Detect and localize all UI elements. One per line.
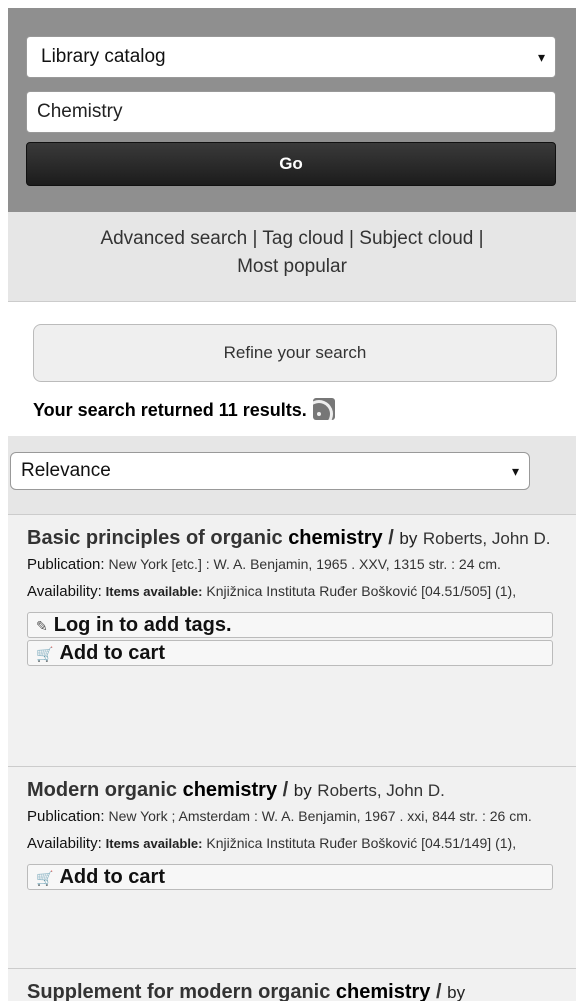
publication-info: Publication: New York [etc.] : W. A. Ben… [27,554,566,575]
search-panel: Library catalog ▾ Go [8,8,576,212]
library-select-value: Library catalog [41,46,166,67]
refine-search-button[interactable]: Refine your search [33,324,557,382]
separator: | [478,228,484,249]
add-tags-button[interactable]: ✎ Log in to add tags. [27,612,553,638]
results-count: Your search returned 11 results. [33,398,335,421]
by-label: by [293,781,312,800]
result-title-link[interactable]: Modern organic chemistry / [27,779,288,801]
title-highlight: chemistry [182,779,278,801]
result-title-line: Basic principles of organic chemistry / … [27,525,566,552]
tag-icon: ✎ [36,618,48,634]
publication-text: New York ; Amsterdam : W. A. Benjamin, 1… [108,808,532,824]
availability-label: Availability: [27,835,102,852]
separator: | [349,228,354,249]
result-item: Supplement for modern organic chemistry … [8,968,576,1001]
most-popular-link[interactable]: Most popular [237,256,347,277]
title-text: / [430,981,442,1001]
publication-text: New York [etc.] : W. A. Benjamin, 1965 .… [108,556,501,572]
go-button[interactable]: Go [26,142,556,186]
search-input[interactable] [26,91,556,133]
cart-icon: 🛒 [36,646,54,662]
items-available-label: Items available: [105,584,203,599]
title-text: Basic principles of organic [27,527,289,549]
title-text: Supplement for modern organic [27,981,336,1001]
availability-info: Availability: Items available: Knjižnica… [27,833,566,854]
sort-select-value: Relevance [21,460,111,481]
add-tags-label: Log in to add tags. [53,614,232,636]
refine-area: Refine your search Your search returned … [8,302,576,436]
publication-info: Publication: New York ; Amsterdam : W. A… [27,806,566,827]
availability-label: Availability: [27,583,102,600]
items-available-label: Items available: [105,836,203,851]
availability-info: Availability: Items available: Knjižnica… [27,581,566,602]
publication-label: Publication: [27,808,105,825]
result-title-line: Supplement for modern organic chemistry … [27,979,566,1001]
add-to-cart-label: Add to cart [59,642,165,664]
result-title-line: Modern organic chemistry / by Roberts, J… [27,777,566,804]
advanced-search-link[interactable]: Advanced search [100,228,247,249]
sort-select[interactable]: Relevance ▾ [10,452,530,490]
title-text: / [277,779,289,801]
cart-icon: 🛒 [36,870,54,886]
subject-cloud-link[interactable]: Subject cloud [359,228,473,249]
add-to-cart-label: Add to cart [59,866,165,888]
result-item: Modern organic chemistry / by Roberts, J… [8,766,576,968]
results-count-text: Your search returned 11 results. [33,400,307,420]
by-label: by [447,983,466,1001]
title-text: / [382,527,394,549]
tag-cloud-link[interactable]: Tag cloud [262,228,343,249]
result-title-link[interactable]: Supplement for modern organic chemistry … [27,981,442,1001]
title-text: Modern organic [27,779,183,801]
sort-bar: Relevance ▾ [8,436,576,514]
availability-text[interactable]: Knjižnica Instituta Ruđer Bošković [04.5… [206,583,516,599]
availability-text[interactable]: Knjižnica Instituta Ruđer Bošković [04.5… [206,835,516,851]
title-highlight: chemistry [335,981,431,1001]
by-label: by [399,529,418,548]
author-link[interactable]: Roberts, John D. [317,781,445,800]
author-link[interactable]: Roberts, John D. [423,529,551,548]
chevron-down-icon: ▾ [511,463,519,479]
add-to-cart-button[interactable]: 🛒 Add to cart [27,640,553,666]
result-title-link[interactable]: Basic principles of organic chemistry / [27,527,394,549]
chevron-down-icon: ▾ [537,49,545,65]
search-links-bar: Advanced search | Tag cloud | Subject cl… [8,212,576,302]
rss-icon[interactable] [312,398,335,420]
add-to-cart-button[interactable]: 🛒 Add to cart [27,864,553,890]
separator: | [252,228,258,249]
title-highlight: chemistry [288,527,383,549]
result-item: Basic principles of organic chemistry / … [8,514,576,766]
library-select[interactable]: Library catalog ▾ [26,36,556,78]
publication-label: Publication: [27,556,105,573]
